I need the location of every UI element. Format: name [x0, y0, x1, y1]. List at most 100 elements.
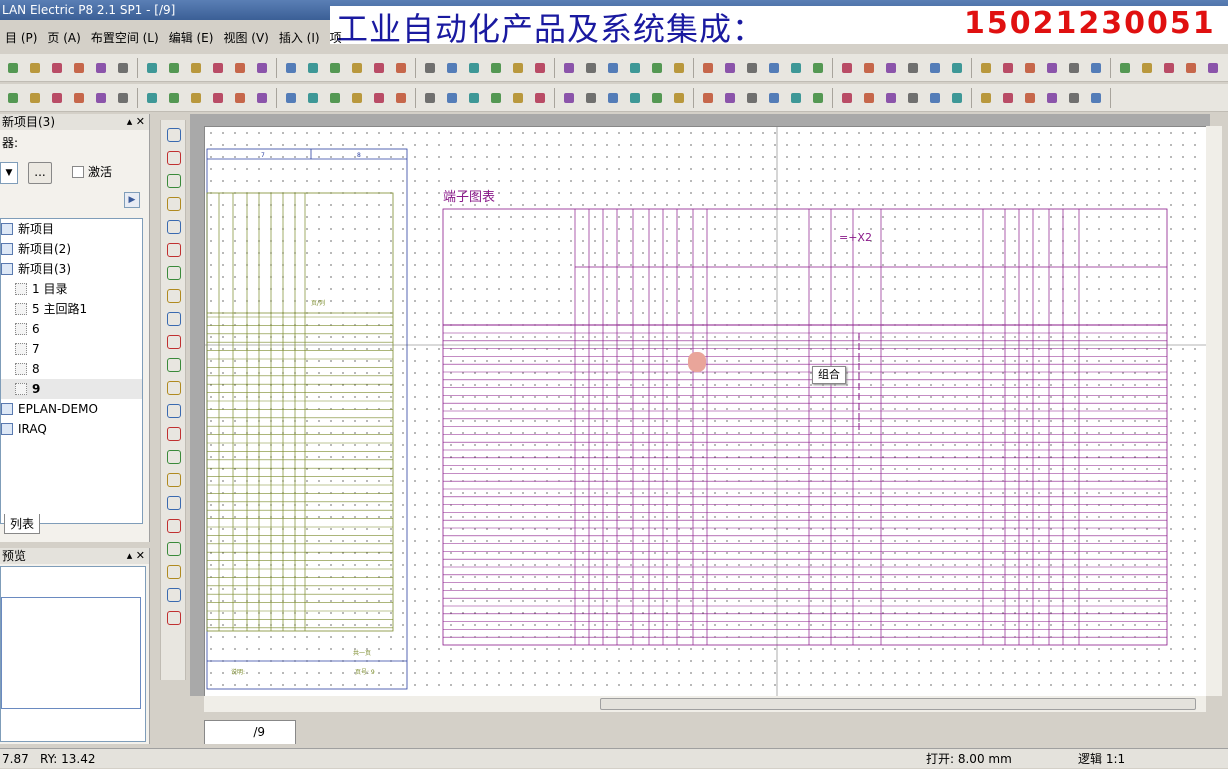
polyline-icon[interactable]	[164, 148, 182, 166]
refresh-icon[interactable]	[765, 59, 783, 77]
cable-icon[interactable]	[487, 89, 505, 107]
tree-item[interactable]: 新项目(3)	[1, 259, 142, 279]
refresh-icon[interactable]	[1043, 59, 1061, 77]
copy-icon[interactable]	[1204, 59, 1222, 77]
tree-item[interactable]: 1 目录	[1, 279, 142, 299]
open-icon[interactable]	[26, 59, 44, 77]
redo-icon[interactable]	[977, 59, 995, 77]
wire-icon[interactable]	[231, 89, 249, 107]
tab-list[interactable]: 列表	[4, 514, 40, 534]
drawing-canvas[interactable]: 7 8 页/列 共一页 说明: 页号: 9 端子图表 =+X2	[204, 126, 1207, 697]
terminal-icon[interactable]	[443, 89, 461, 107]
menu-item[interactable]: 页 (A)	[42, 29, 85, 46]
open-icon[interactable]	[582, 59, 600, 77]
rectangle-icon[interactable]	[164, 194, 182, 212]
print-icon[interactable]	[604, 59, 622, 77]
macro-icon[interactable]	[370, 89, 388, 107]
dimension-icon[interactable]	[164, 470, 182, 488]
dimension2-icon[interactable]	[164, 493, 182, 511]
device-icon[interactable]	[326, 89, 344, 107]
zoom-in-icon[interactable]	[999, 59, 1017, 77]
tab-page-9[interactable]: /9	[204, 720, 296, 744]
dimension5-icon[interactable]	[164, 562, 182, 580]
menu-item[interactable]: 插入 (I)	[274, 29, 325, 46]
menu-item[interactable]: 编辑 (E)	[164, 29, 219, 46]
cart-icon[interactable]	[977, 89, 995, 107]
device-icon[interactable]	[721, 89, 739, 107]
grid-icon[interactable]	[231, 59, 249, 77]
connector-icon[interactable]	[509, 89, 527, 107]
cable-icon[interactable]	[1087, 89, 1105, 107]
plc-icon[interactable]	[1065, 89, 1083, 107]
plc-icon[interactable]	[670, 89, 688, 107]
preview-close-icon[interactable]: ▴ ✕	[127, 548, 145, 564]
tree-item[interactable]: 新项目	[1, 219, 142, 239]
print-icon[interactable]	[1160, 59, 1178, 77]
bezier-icon[interactable]	[164, 378, 182, 396]
zoom-out-icon[interactable]	[187, 59, 205, 77]
image-icon[interactable]	[164, 217, 182, 235]
cart-icon[interactable]	[582, 89, 600, 107]
table-icon[interactable]	[1087, 59, 1105, 77]
ellipse-icon[interactable]	[164, 263, 182, 281]
cut-icon[interactable]	[904, 59, 922, 77]
paste-icon[interactable]	[392, 59, 410, 77]
circle-icon[interactable]	[164, 240, 182, 258]
menu-item[interactable]: 布置空间 (L)	[86, 29, 164, 46]
device-icon[interactable]	[926, 89, 944, 107]
print-icon[interactable]	[48, 59, 66, 77]
redo-icon[interactable]	[699, 59, 717, 77]
zoom-out-icon[interactable]	[465, 59, 483, 77]
insert-icon[interactable]	[4, 89, 22, 107]
macro-icon[interactable]	[765, 89, 783, 107]
angle-icon[interactable]	[164, 585, 182, 603]
table-icon[interactable]	[531, 59, 549, 77]
radius-icon[interactable]	[164, 608, 182, 626]
plc-icon[interactable]	[465, 89, 483, 107]
filter-browse-button[interactable]: ...	[28, 162, 52, 184]
cut-icon[interactable]	[348, 59, 366, 77]
insert-icon[interactable]	[209, 89, 227, 107]
zoom-in-icon[interactable]	[165, 59, 183, 77]
wrench-icon[interactable]	[164, 447, 182, 465]
connector-icon[interactable]	[904, 89, 922, 107]
device-icon[interactable]	[531, 89, 549, 107]
arc-icon[interactable]	[164, 286, 182, 304]
terminal-icon[interactable]	[838, 89, 856, 107]
activate-checkbox[interactable]	[72, 166, 84, 178]
table-icon[interactable]	[253, 59, 271, 77]
new-icon[interactable]	[838, 59, 856, 77]
new-icon[interactable]	[4, 59, 22, 77]
cut-icon[interactable]	[1182, 59, 1200, 77]
report-icon[interactable]	[348, 89, 366, 107]
terminal-icon[interactable]	[1043, 89, 1061, 107]
refresh-icon[interactable]	[209, 59, 227, 77]
horizontal-scroll-thumb[interactable]	[600, 698, 1196, 710]
wire-icon[interactable]	[1021, 89, 1039, 107]
redo-icon[interactable]	[143, 59, 161, 77]
terminal-icon[interactable]	[648, 89, 666, 107]
spline-icon[interactable]	[164, 332, 182, 350]
cut-icon[interactable]	[70, 59, 88, 77]
vertical-scrollbar[interactable]	[1206, 126, 1222, 696]
cart-icon[interactable]	[392, 89, 410, 107]
zoom-in-icon[interactable]	[721, 59, 739, 77]
copy-icon[interactable]	[370, 59, 388, 77]
connector-icon[interactable]	[304, 89, 322, 107]
refresh-icon[interactable]	[487, 59, 505, 77]
cable-icon[interactable]	[882, 89, 900, 107]
tree-item[interactable]: 6	[1, 319, 142, 339]
dimension4-icon[interactable]	[164, 539, 182, 557]
menu-item[interactable]: 目 (P)	[0, 29, 42, 46]
copy-icon[interactable]	[926, 59, 944, 77]
grid-icon[interactable]	[509, 59, 527, 77]
tree-item[interactable]: 8	[1, 359, 142, 379]
arc2-icon[interactable]	[164, 309, 182, 327]
connector-icon[interactable]	[699, 89, 717, 107]
terminal-icon[interactable]	[48, 89, 66, 107]
copy-icon[interactable]	[92, 59, 110, 77]
text-icon[interactable]	[164, 401, 182, 419]
new-icon[interactable]	[1116, 59, 1134, 77]
hatch-icon[interactable]	[164, 424, 182, 442]
polygon-icon[interactable]	[164, 171, 182, 189]
